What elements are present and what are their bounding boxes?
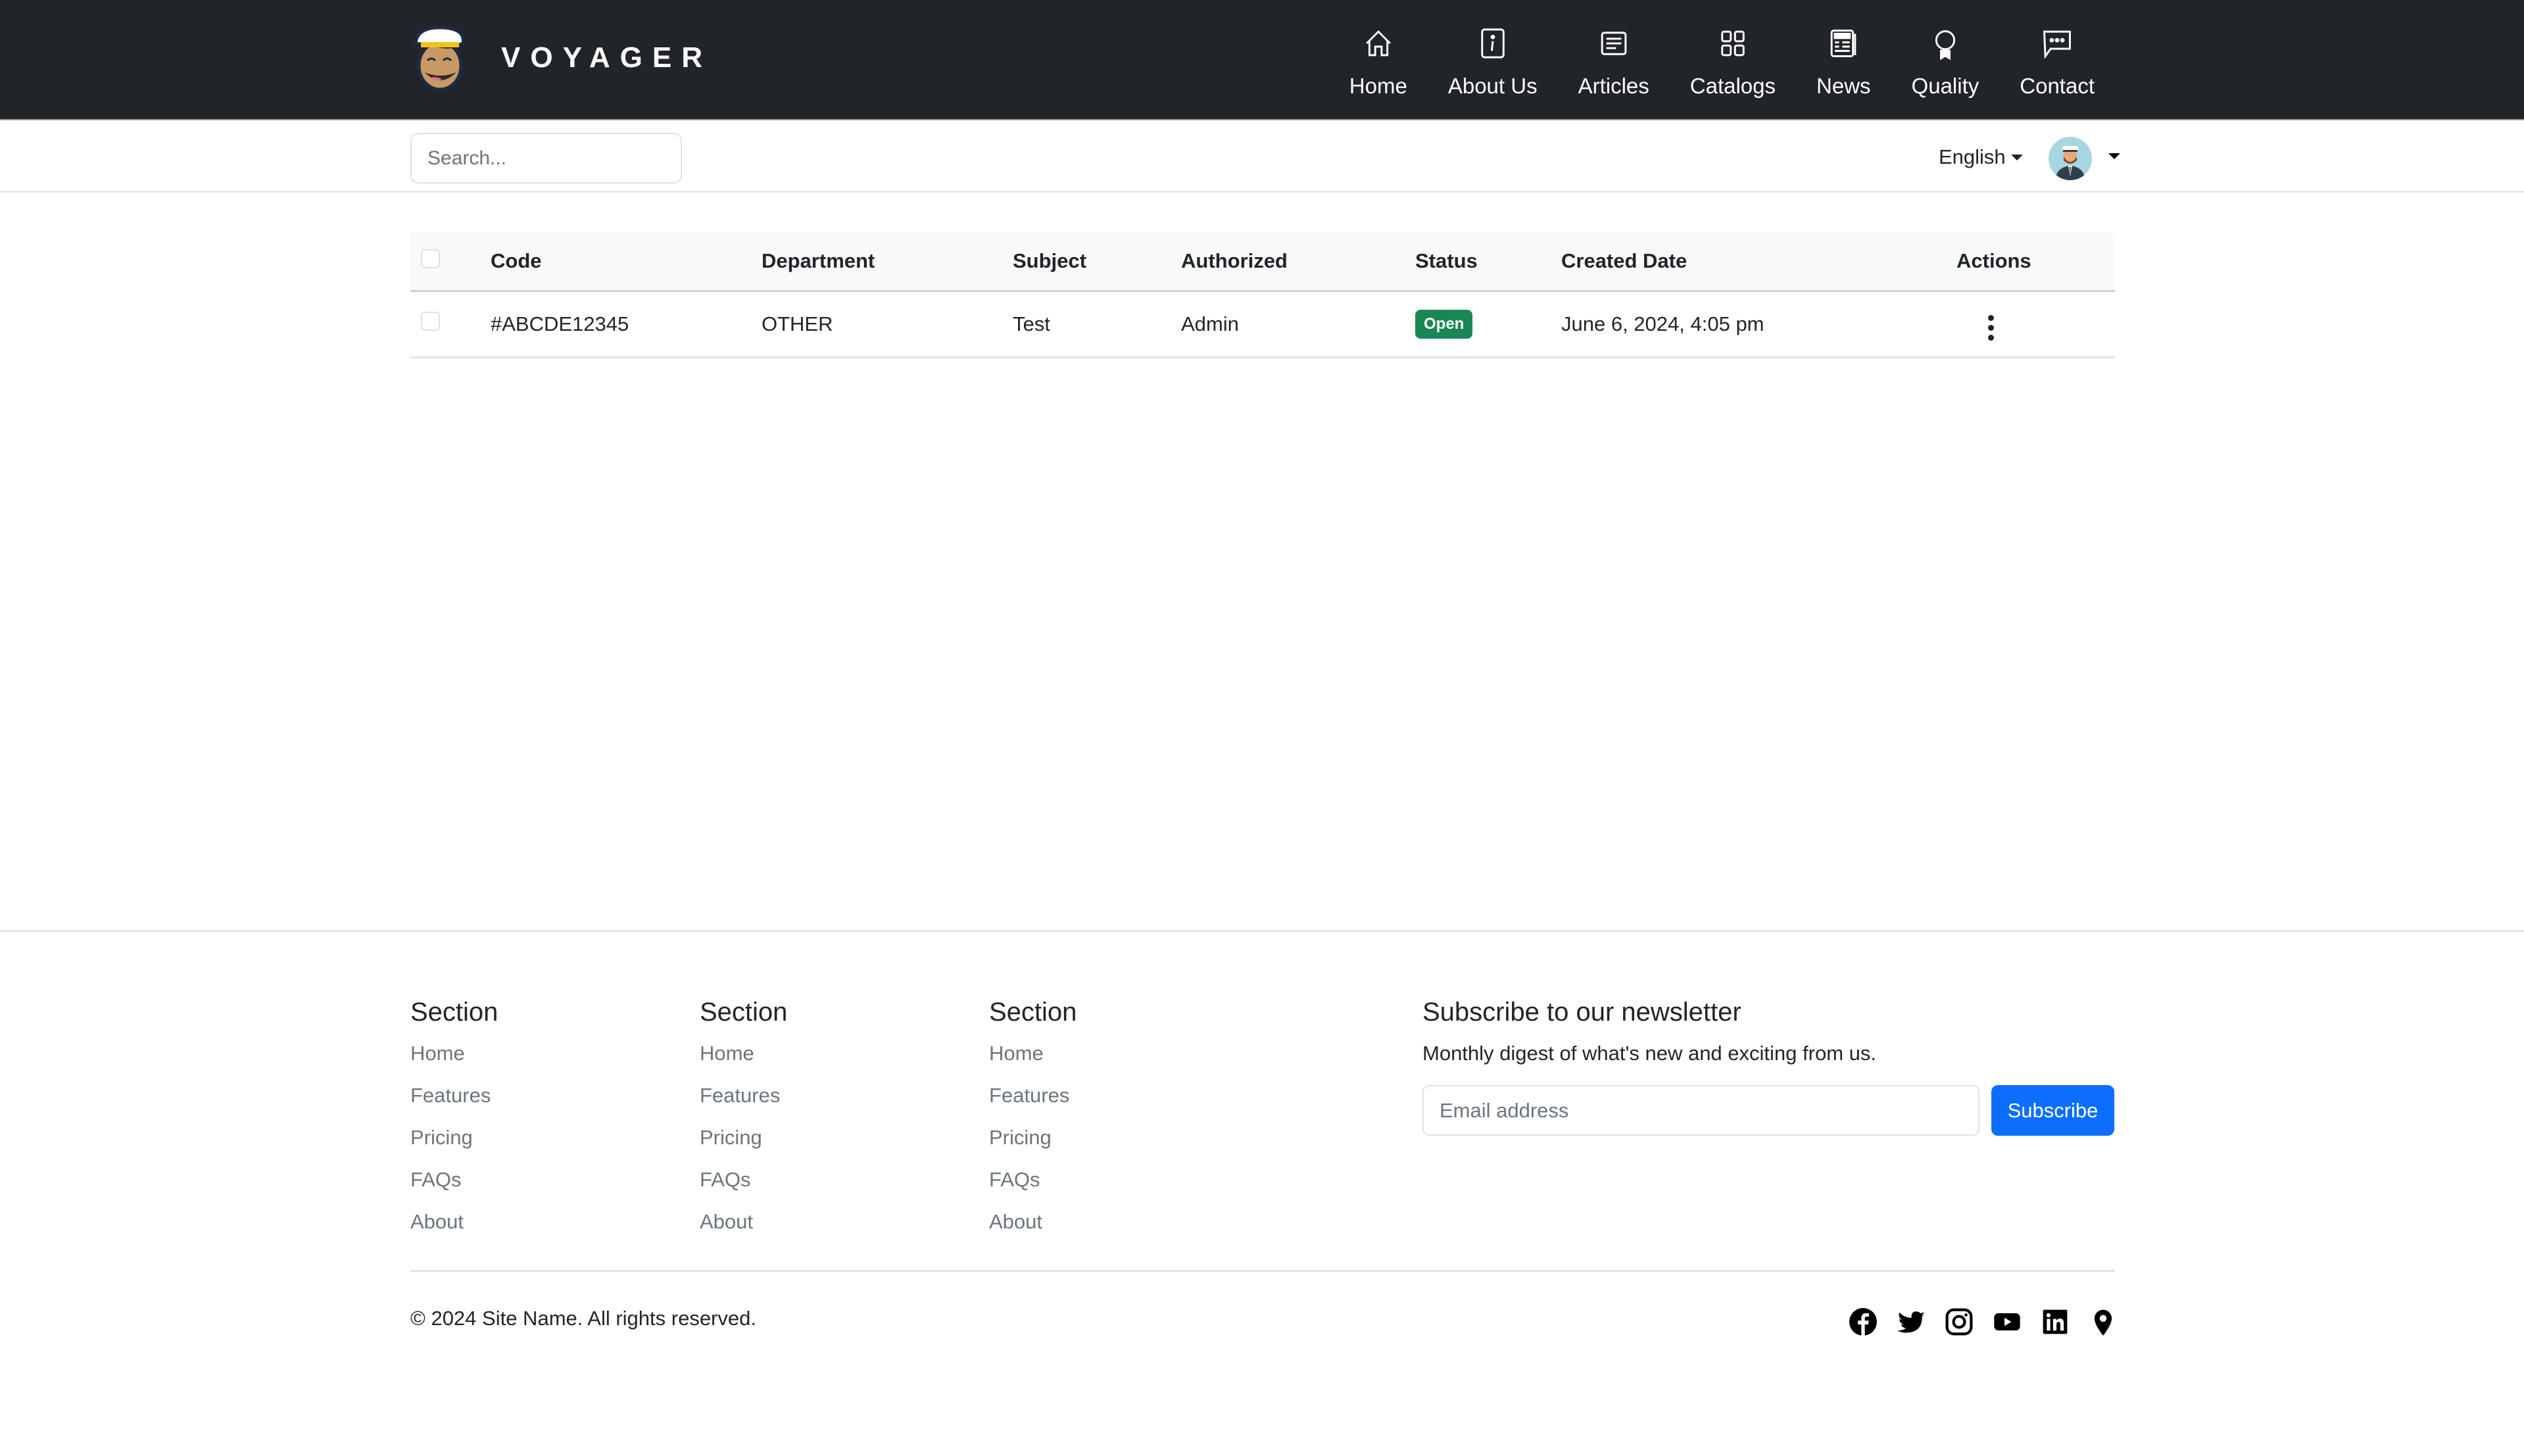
footer-section-title: Section [989,998,1077,1027]
footer-link-about[interactable]: About [989,1207,1077,1250]
subscribe-button[interactable]: Subscribe [1991,1085,2114,1136]
nav-item-home[interactable]: Home [1329,26,1428,99]
language-dropdown[interactable]: English [1939,145,2023,169]
select-all-checkbox[interactable] [421,249,440,268]
nav-item-quality[interactable]: Quality [1891,26,2000,99]
table-row[interactable]: #ABCDE12345 OTHER Test Admin Open June 6… [410,291,2115,358]
footer-link-home[interactable]: Home [410,1039,498,1081]
nav-label: Articles [1578,74,1649,98]
email-field[interactable] [1422,1085,1979,1136]
column-header-status[interactable]: Status [1415,233,1561,292]
column-header-actions: Actions [1956,233,2115,292]
footer: Section Home Features Pricing FAQs About… [0,930,2524,1456]
nav-label: Catalogs [1689,74,1776,98]
nav-item-catalogs[interactable]: Catalogs [1670,26,1796,99]
brand-link[interactable]: VOYAGER [410,24,712,92]
footer-section-1: Section Home Features Pricing FAQs About [410,998,498,1250]
nav-label: News [1816,74,1871,98]
cell-created-date: June 6, 2024, 4:05 pm [1561,291,1956,358]
column-header-code[interactable]: Code [491,233,762,292]
tickets-table: Code Department Subject Authorized Statu… [410,233,2115,358]
footer-divider [410,1270,2115,1272]
three-dots-vertical-icon [1988,314,1994,321]
nav-label: Home [1349,74,1407,98]
dot [1988,334,1994,341]
grid-icon [1721,30,1745,57]
row-checkbox[interactable] [421,312,440,331]
twitter-icon[interactable] [1897,1308,1925,1336]
footer-link-pricing[interactable]: Pricing [410,1123,498,1165]
caret-down-icon [2010,154,2023,160]
footer-section-title: Section [700,998,788,1027]
top-navbar: VOYAGER Home About Us Articles Catalogs … [0,0,2524,120]
cell-actions [1956,291,2115,358]
footer-link-faqs[interactable]: FAQs [410,1165,498,1207]
nav-item-about-us[interactable]: About Us [1428,26,1558,99]
column-header-created-date[interactable]: Created Date [1561,233,1956,292]
award-icon [1935,30,1956,61]
cell-department: OTHER [762,291,1013,358]
user-menu-dropdown[interactable] [2049,137,2120,180]
footer-link-home[interactable]: Home [700,1039,787,1081]
newsletter-form: Subscribe to our newsletter Monthly dige… [1422,998,2115,1136]
footer-section-2: Section Home Features Pricing FAQs About [700,998,787,1250]
nav-item-news[interactable]: News [1796,26,1891,99]
cell-authorized: Admin [1181,291,1415,358]
card-text-icon [1601,32,1627,55]
youtube-icon[interactable] [1993,1308,2021,1336]
footer-link-pricing[interactable]: Pricing [989,1123,1077,1165]
newspaper-icon [1830,30,1857,57]
avatar [2049,137,2092,180]
social-links [1849,1308,2117,1336]
column-header-authorized[interactable]: Authorized [1181,233,1415,292]
instagram-icon[interactable] [1945,1308,1973,1336]
table-header-row: Code Department Subject Authorized Statu… [410,233,2115,292]
location-pin-icon[interactable] [2089,1308,2117,1336]
footer-link-faqs[interactable]: FAQs [700,1165,787,1207]
cell-subject: Test [1013,291,1181,358]
footer-link-about[interactable]: About [410,1207,498,1250]
copyright-text: © 2024 Site Name. All rights reserved. [410,1307,756,1330]
dot [1988,324,1994,331]
cell-code: #ABCDE12345 [491,291,762,358]
nav-item-articles[interactable]: Articles [1558,26,1670,99]
nav-label: Contact [2020,74,2095,98]
cell-status: Open [1415,291,1561,358]
footer-link-faqs[interactable]: FAQs [989,1165,1077,1207]
footer-section-title: Section [410,998,498,1027]
footer-section-3: Section Home Features Pricing FAQs About [989,998,1077,1250]
footer-link-features[interactable]: Features [989,1081,1077,1123]
search-toolbar: English [0,122,2524,193]
brand-name: VOYAGER [501,41,713,74]
house-icon [1365,30,1391,57]
language-label: English [1939,145,2006,168]
info-square-icon [1480,28,1505,59]
column-header-department[interactable]: Department [762,233,1013,292]
footer-link-about[interactable]: About [700,1207,787,1250]
status-badge: Open [1415,309,1473,339]
footer-link-features[interactable]: Features [410,1081,498,1123]
actions-menu-button[interactable] [1983,310,1999,346]
nav-label: About Us [1447,74,1538,98]
main-nav: Home About Us Articles Catalogs News Qua… [1329,26,2115,99]
footer-link-home[interactable]: Home [989,1039,1077,1081]
column-header-subject[interactable]: Subject [1013,233,1181,292]
caret-down-icon [2108,153,2120,159]
newsletter-description: Monthly digest of what's new and excitin… [1422,1042,1876,1065]
facebook-icon[interactable] [1849,1308,1877,1336]
footer-link-pricing[interactable]: Pricing [700,1123,787,1165]
search-input[interactable] [410,133,682,183]
linkedin-icon[interactable] [2041,1308,2069,1336]
captain-logo-icon [414,26,465,91]
nav-item-contact[interactable]: Contact [1999,26,2115,99]
chat-dots-icon [2043,30,2072,59]
footer-link-features[interactable]: Features [700,1081,787,1123]
newsletter-title: Subscribe to our newsletter [1422,998,1741,1027]
nav-label: Quality [1911,74,1979,98]
